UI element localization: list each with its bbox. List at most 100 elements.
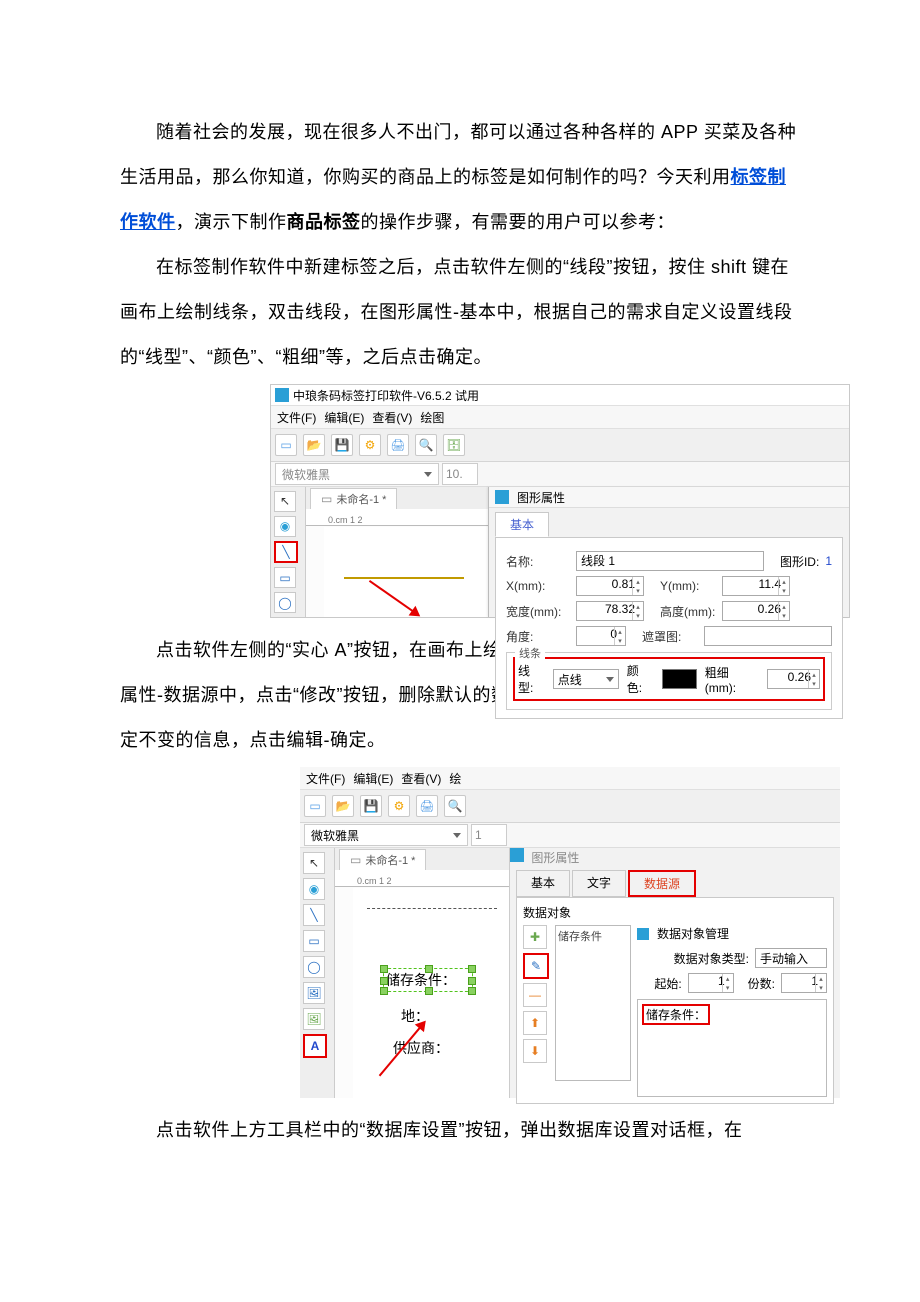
pan-tool-icon[interactable]: ◉	[274, 516, 296, 537]
db-icon[interactable]: 🗄	[443, 434, 465, 456]
input-height[interactable]: 0.26▴▾	[722, 601, 790, 621]
tab-basic-2[interactable]: 基本	[516, 870, 570, 897]
dialog-title: 图形属性	[517, 489, 565, 506]
figure-line-properties: 中琅条码标签打印软件-V6.5.2 试用 文件(F) 编辑(E) 查看(V) 绘…	[270, 384, 850, 618]
lbl-x: X(mm):	[506, 579, 570, 593]
p1-text-c: 的操作步骤，有需要的用户可以参考：	[361, 212, 676, 232]
main-toolbar-2: ▭ 📂 💾 ⚙ 🖨 🔍	[300, 790, 840, 823]
ellipse-tool-icon[interactable]: ◯	[303, 956, 325, 978]
menu-draw[interactable]: 绘图	[420, 409, 444, 426]
selected-text-box[interactable]: 储存条件：	[383, 968, 473, 992]
dialog-logo-icon	[495, 490, 509, 504]
figure-data-source: 文件(F) 编辑(E) 查看(V) 绘 ▭ 📂 💾 ⚙ 🖨 🔍 微软雅黑 1	[300, 767, 840, 1098]
new-icon[interactable]: ▭	[304, 795, 326, 817]
pan-tool-icon[interactable]: ◉	[303, 878, 325, 900]
input-x[interactable]: 0.81▴▾	[576, 576, 644, 596]
add-item-icon[interactable]: ✚	[523, 925, 547, 949]
save-icon[interactable]: 💾	[331, 434, 353, 456]
roundrect-tool-icon[interactable]: ▭	[274, 567, 296, 588]
document-tab-label: 未命名-1 *	[336, 491, 386, 507]
print-icon[interactable]: 🖨	[387, 434, 409, 456]
lbl-line-type: 线型:	[518, 662, 545, 696]
tab-text[interactable]: 文字	[572, 870, 626, 897]
zoom-icon[interactable]: 🔍	[415, 434, 437, 456]
menu-view[interactable]: 查看(V)	[401, 770, 441, 787]
lbl-mask: 遮罩图:	[642, 628, 698, 645]
app-title: 中琅条码标签打印软件-V6.5.2 试用	[293, 387, 479, 404]
input-name[interactable]: 线段 1	[576, 551, 764, 571]
new-icon[interactable]: ▭	[275, 434, 297, 456]
delete-item-icon[interactable]: —	[523, 983, 547, 1007]
print-icon[interactable]: 🖨	[416, 795, 438, 817]
input-count[interactable]: 1▴▾	[781, 973, 827, 993]
move-down-icon[interactable]: ⬇	[523, 1039, 547, 1063]
font-select-2[interactable]: 微软雅黑	[304, 824, 468, 846]
zoom-icon[interactable]: 🔍	[444, 795, 466, 817]
select-obj-type[interactable]: 手动输入	[755, 948, 827, 968]
font-select[interactable]: 微软雅黑	[275, 463, 439, 485]
document-tab-2[interactable]: ▭ 未命名-1 *	[339, 849, 426, 870]
select-line-type[interactable]: 点线	[553, 669, 619, 689]
move-up-icon[interactable]: ⬆	[523, 1011, 547, 1035]
panel-title: 数据对象管理	[657, 925, 729, 942]
save-icon[interactable]: 💾	[360, 795, 382, 817]
line-tool-icon[interactable]: ╲	[303, 904, 325, 926]
tab-basic[interactable]: 基本	[495, 512, 549, 537]
lbl-thickness: 粗细(mm):	[705, 664, 759, 695]
lbl-color: 颜色:	[627, 662, 654, 696]
open-icon[interactable]: 📂	[303, 434, 325, 456]
list-item[interactable]: 储存条件	[558, 928, 628, 944]
input-y[interactable]: 11.4▴▾	[722, 576, 790, 596]
menu-view[interactable]: 查看(V)	[372, 409, 412, 426]
pointer-tool-icon[interactable]: ↖	[274, 491, 296, 512]
paragraph-2: 在标签制作软件中新建标签之后，点击软件左侧的“线段”按钮，按住 shift 键在…	[120, 245, 800, 380]
drawn-dashed-line	[367, 908, 497, 909]
roundrect-tool-icon[interactable]: ▭	[303, 930, 325, 952]
dialog-logo-icon	[510, 848, 524, 862]
main-toolbar: ▭ 📂 💾 ⚙ 🖨 🔍 🗄	[271, 429, 849, 462]
properties-dialog-2: 图形属性 基本 文字 数据源 数据对象 ✚ ✎ —	[509, 848, 840, 1098]
document-tab-label-2: 未命名-1 *	[365, 852, 415, 868]
line-tool-icon[interactable]: ╲	[274, 541, 298, 564]
lbl-angle: 角度:	[506, 628, 570, 645]
input-mask[interactable]	[704, 626, 832, 646]
color-swatch[interactable]	[662, 669, 697, 689]
lbl-name: 名称:	[506, 553, 570, 570]
input-start[interactable]: 1▴▾	[688, 973, 734, 993]
edit-item-icon[interactable]: ✎	[523, 953, 549, 979]
app-logo-icon	[275, 388, 289, 402]
text-tool-icon[interactable]: A	[303, 1034, 327, 1058]
menu-file[interactable]: 文件(F)	[306, 770, 345, 787]
menu-edit[interactable]: 编辑(E)	[353, 770, 393, 787]
font-size-2[interactable]: 1	[471, 824, 507, 846]
menu-bar-2: 文件(F) 编辑(E) 查看(V) 绘	[300, 767, 840, 790]
tab-data-source[interactable]: 数据源	[628, 870, 696, 897]
left-tool-strip-2: ↖ ◉ ╲ ▭ ◯ 🖼 🖼 A	[300, 848, 335, 1098]
line-group-title: 线条	[515, 645, 545, 661]
document-tab[interactable]: ▭ 未命名-1 *	[310, 488, 397, 509]
lbl-graphic-id: 图形ID:	[780, 553, 819, 570]
input-width[interactable]: 78.32▴▾	[576, 601, 644, 621]
image-tool-icon[interactable]: 🖼	[303, 982, 325, 1004]
menu-draw[interactable]: 绘	[449, 770, 461, 787]
font-row: 微软雅黑 10.	[271, 462, 849, 487]
settings-icon[interactable]: ⚙	[388, 795, 410, 817]
menu-file[interactable]: 文件(F)	[277, 409, 316, 426]
ellipse-tool-icon[interactable]: ◯	[274, 592, 296, 613]
p1-bold: 商品标签	[287, 212, 361, 232]
data-text-area[interactable]: 储存条件：	[637, 999, 827, 1097]
input-angle[interactable]: 0▴▾	[576, 626, 626, 646]
drawn-line[interactable]	[344, 577, 464, 579]
app-titlebar: 中琅条码标签打印软件-V6.5.2 试用	[271, 385, 849, 406]
line-group: 线条 线型: 点线 颜色: 粗细(mm): 0.26▴▾	[506, 652, 832, 710]
pointer-tool-icon[interactable]: ↖	[303, 852, 325, 874]
font-size[interactable]: 10.	[442, 463, 478, 485]
menu-edit[interactable]: 编辑(E)	[324, 409, 364, 426]
open-icon[interactable]: 📂	[332, 795, 354, 817]
settings-icon[interactable]: ⚙	[359, 434, 381, 456]
input-thickness[interactable]: 0.26▴▾	[767, 669, 820, 689]
lbl-height: 高度(mm):	[660, 603, 716, 620]
p1-text-b: ，演示下制作	[176, 212, 287, 232]
data-object-list[interactable]: 储存条件	[555, 925, 631, 1081]
image2-tool-icon[interactable]: 🖼	[303, 1008, 325, 1030]
